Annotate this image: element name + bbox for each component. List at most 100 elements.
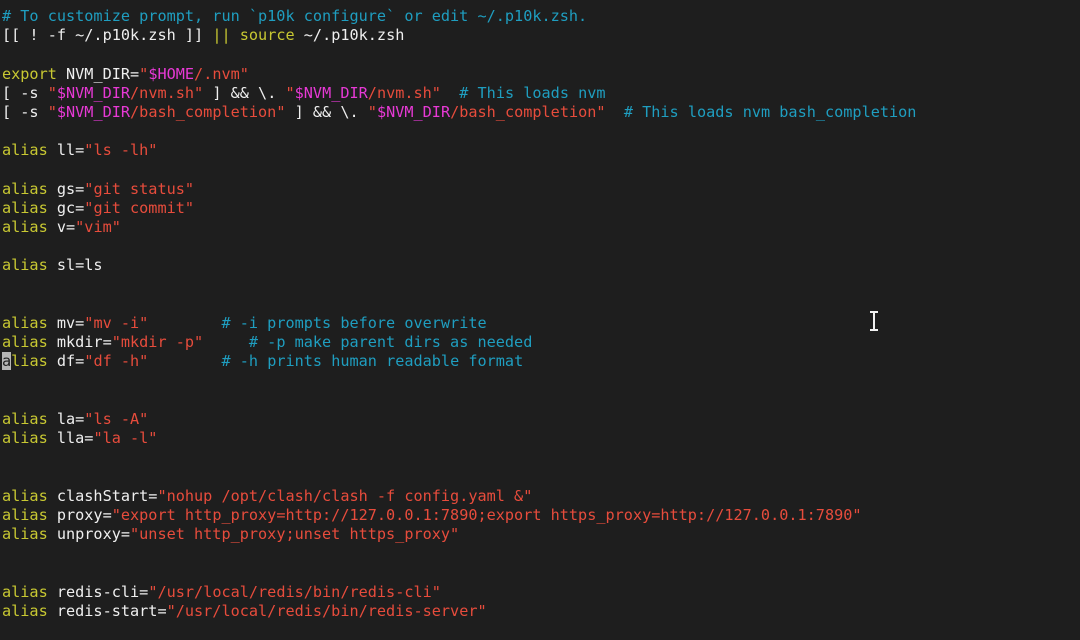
terminal-token: $NVM_DIR [56, 83, 131, 102]
terminal-token: alias [2, 256, 48, 275]
terminal-token: NVM_DIR= [56, 64, 140, 83]
terminal-line: alias proxy="export http_proxy=http://12… [2, 506, 1080, 525]
terminal-token: ] && \. [285, 102, 368, 121]
terminal-token: "vim" [75, 218, 121, 237]
terminal-token: "git commit" [84, 198, 195, 217]
terminal-line: alias ll="ls -lh" [2, 141, 1080, 160]
terminal-token: v= [47, 218, 76, 237]
terminal-token: " [367, 102, 377, 121]
terminal-token: lias [11, 352, 48, 371]
terminal-line: [[ ! -f ~/.p10k.zsh ]] || source ~/.p10k… [2, 26, 1080, 45]
terminal-token: # -p make parent dirs as needed [248, 333, 533, 352]
terminal-token: /.nvm" [194, 64, 249, 83]
terminal-line: alias sl=ls [2, 256, 1080, 275]
terminal-line: alias mv="mv -i" # -i prompts before ove… [2, 314, 1080, 333]
terminal-token: mv= [47, 314, 85, 332]
terminal-token: $HOME [148, 64, 195, 83]
terminal-line: alias mkdir="mkdir -p" # -p make parent … [2, 333, 1080, 352]
terminal-token: sl=ls [47, 256, 103, 275]
terminal-line: [ -s "$NVM_DIR/nvm.sh" ] && \. "$NVM_DIR… [2, 84, 1080, 103]
terminal-token: # -i prompts before overwrite [221, 314, 487, 332]
terminal-token: alias [2, 582, 48, 601]
terminal-token: alias [2, 409, 48, 428]
terminal-token: "git status" [84, 179, 195, 198]
terminal-token: alias [2, 141, 48, 160]
terminal-token: "df -h" [84, 352, 149, 371]
terminal-line: alias redis-start="/usr/local/redis/bin/… [2, 602, 1080, 621]
terminal-line: alias lla="la -l" [2, 429, 1080, 448]
terminal-token: df= [47, 352, 85, 371]
terminal-token: " [285, 83, 295, 102]
terminal-token: /bash_completion" [130, 102, 286, 121]
terminal-token: alias [2, 218, 48, 237]
terminal-token: " [47, 83, 57, 102]
terminal-token: "/usr/local/redis/bin/redis-server" [166, 601, 487, 620]
terminal-token: alias [2, 525, 48, 544]
terminal-token: "nohup /opt/clash/clash -f config.yaml &… [157, 486, 533, 505]
terminal-token: clashStart= [47, 486, 158, 505]
terminal-line: alias gs="git status" [2, 180, 1080, 199]
terminal-token: redis-cli= [47, 582, 149, 601]
terminal-line: alias unproxy="unset http_proxy;unset ht… [2, 525, 1080, 544]
terminal-token: gs= [47, 179, 85, 198]
terminal-token: [ -s [2, 83, 48, 102]
terminal-token: "ls -lh" [84, 141, 158, 160]
terminal-line: alias clashStart="nohup /opt/clash/clash… [2, 487, 1080, 506]
terminal-line: alias v="vim" [2, 218, 1080, 237]
terminal-token: alias [2, 429, 48, 448]
terminal-token: ] && \. [203, 83, 286, 102]
terminal-token: alias [2, 314, 48, 332]
terminal-token: /nvm.sh" [367, 83, 441, 102]
terminal-token: # This loads nvm bash_completion [623, 102, 917, 121]
terminal-token: "ls -A" [84, 409, 149, 428]
terminal-window[interactable]: # To customize prompt, run `p10k configu… [0, 0, 1080, 640]
terminal-line: alias df="df -h" # -h prints human reada… [2, 352, 1080, 371]
terminal-token: lla= [47, 429, 94, 448]
terminal-token: alias [2, 333, 48, 352]
terminal-token: source [239, 26, 295, 45]
terminal-token: " [47, 102, 57, 121]
terminal-token: export [2, 64, 57, 83]
terminal-token: proxy= [47, 505, 112, 524]
terminal-line: alias la="ls -A" [2, 410, 1080, 429]
terminal-token: alias [2, 505, 48, 524]
terminal-line: # To customize prompt, run `p10k configu… [2, 7, 1080, 26]
terminal-token: "mkdir -p" [111, 333, 204, 352]
terminal-token: alias [2, 198, 48, 217]
terminal-token: alias [2, 179, 48, 198]
terminal-token: " [139, 64, 149, 83]
terminal-token: mkdir= [47, 333, 112, 352]
terminal-token: /bash_completion" [450, 102, 606, 121]
terminal-token: || [212, 26, 231, 45]
terminal-token: a [2, 352, 12, 371]
terminal-token: /nvm.sh" [130, 83, 204, 102]
terminal-token: [[ ! -f ~/.p10k.zsh ]] [2, 26, 213, 45]
terminal-token: [ -s [2, 102, 48, 121]
terminal-token: redis-start= [47, 601, 167, 620]
terminal-text-buffer[interactable]: # To customize prompt, run `p10k configu… [2, 7, 1080, 640]
terminal-token: gc= [47, 198, 85, 217]
terminal-token: ll= [47, 141, 85, 160]
terminal-token: "la -l" [93, 429, 158, 448]
terminal-line: export NVM_DIR="$HOME/.nvm" [2, 65, 1080, 84]
terminal-token: # To customize prompt, run `p10k configu… [2, 7, 588, 25]
terminal-token: "unset http_proxy;unset https_proxy" [130, 525, 460, 544]
